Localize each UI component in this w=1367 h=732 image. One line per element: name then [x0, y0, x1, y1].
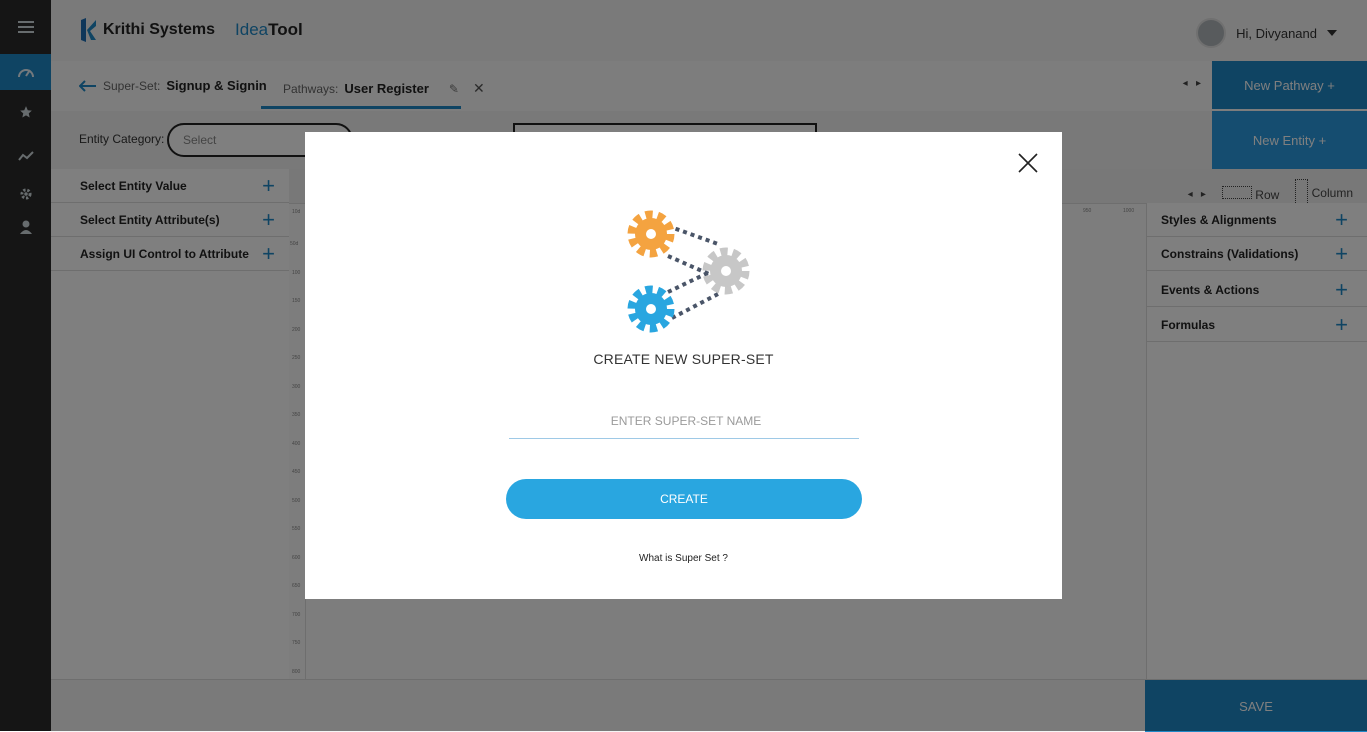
close-icon[interactable]: [1017, 152, 1039, 174]
what-is-superset-link[interactable]: What is Super Set ?: [305, 553, 1062, 564]
superset-name-field[interactable]: [509, 402, 863, 440]
gears-illustration-icon: [627, 210, 750, 333]
create-superset-modal: CREATE NEW SUPER-SET CREATE What is Supe…: [305, 132, 1062, 599]
orange-gear-icon: [627, 210, 675, 258]
superset-name-input[interactable]: [509, 402, 863, 440]
modal-title: CREATE NEW SUPER-SET: [593, 351, 774, 367]
blue-gear-icon: [627, 285, 675, 333]
gray-gear-icon: [702, 247, 750, 295]
create-button[interactable]: CREATE: [506, 479, 862, 519]
